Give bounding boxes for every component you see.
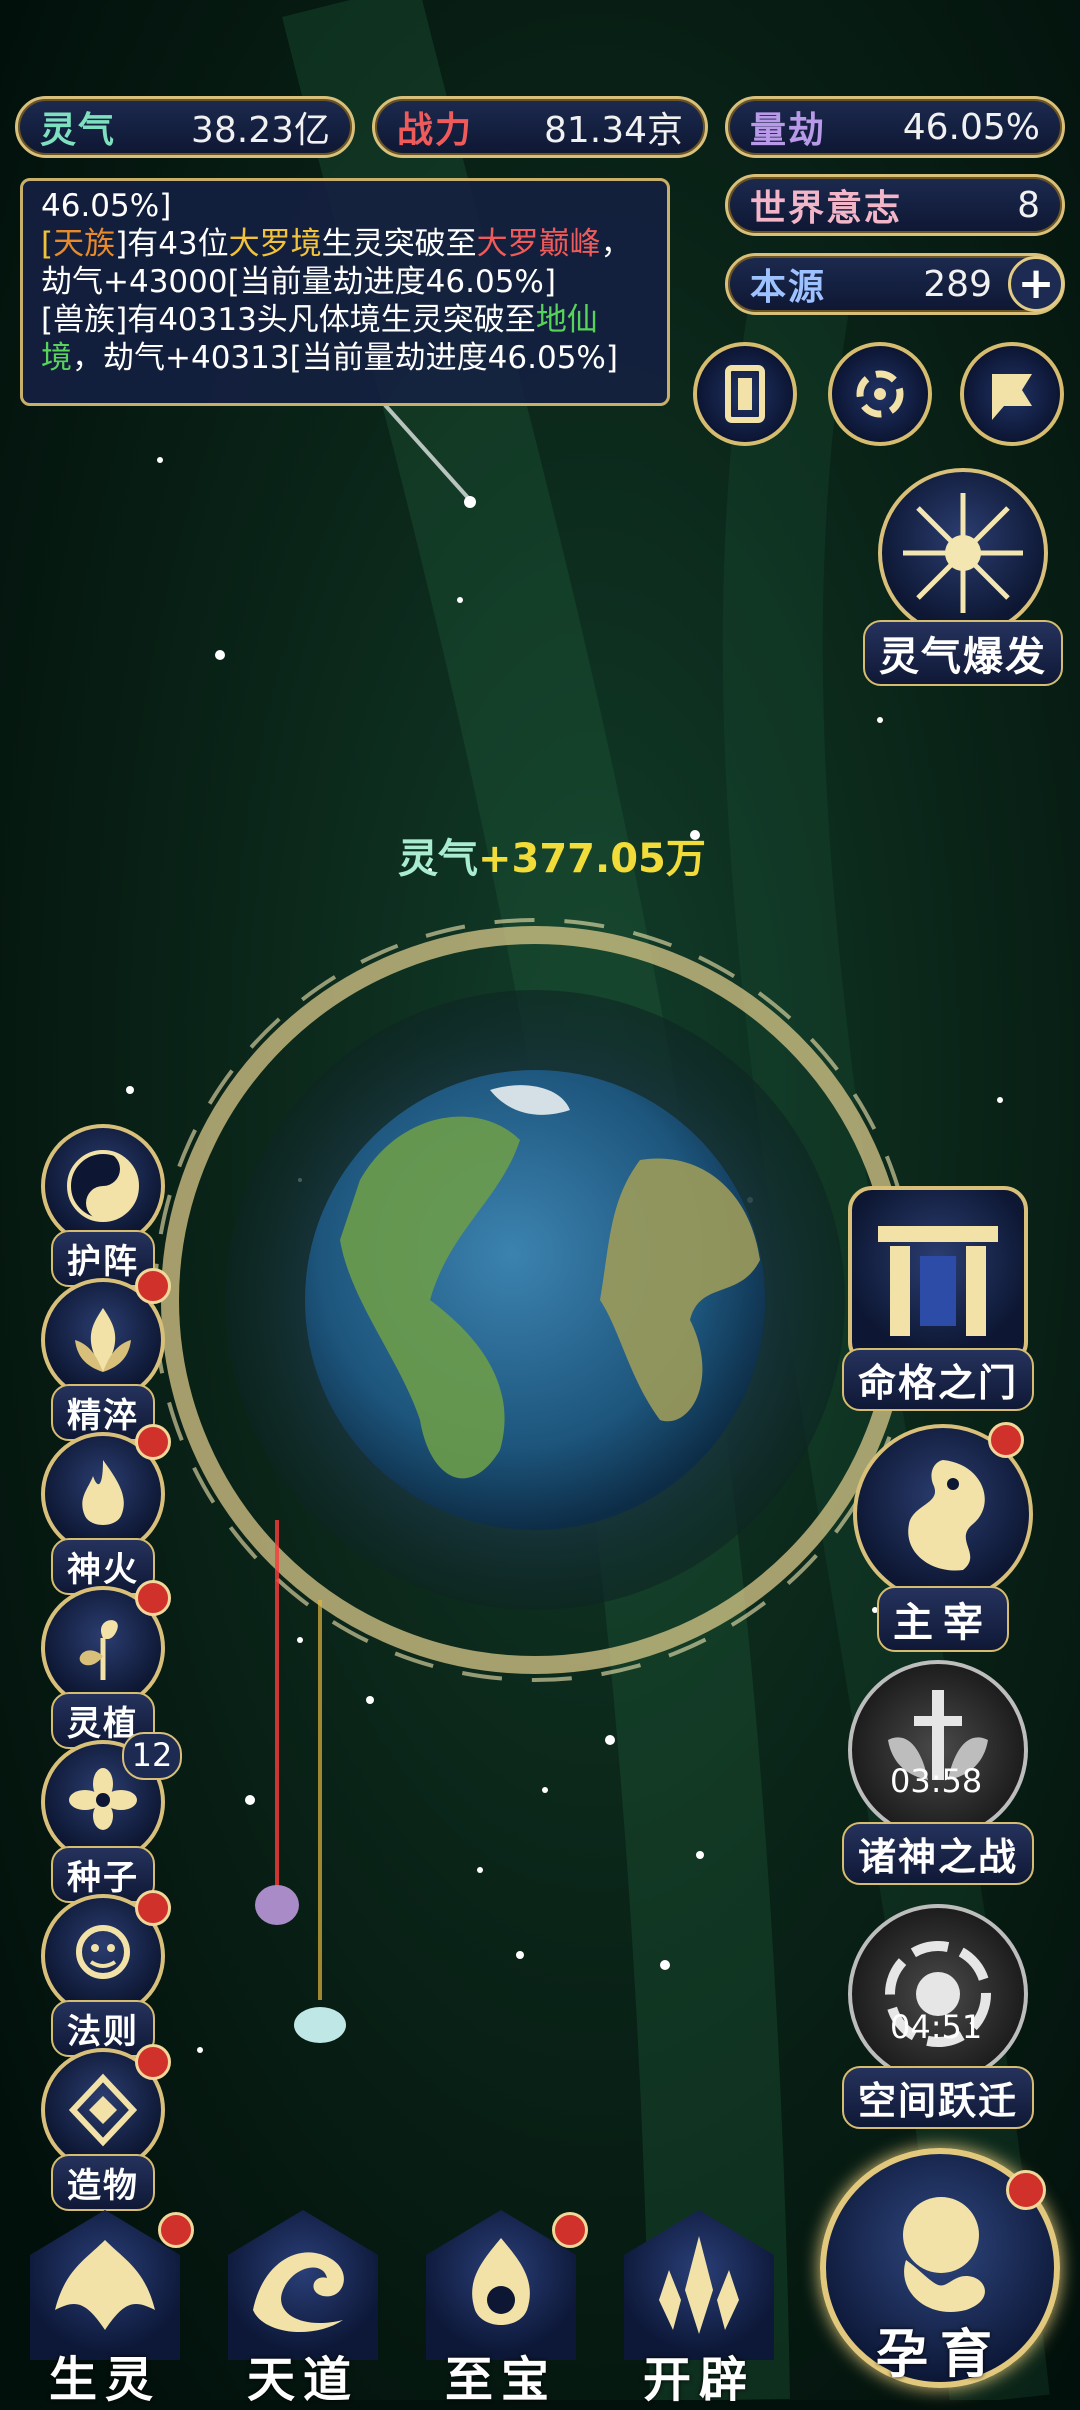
master-label: 主宰 [877,1586,1009,1652]
card-button[interactable] [693,342,797,446]
guard-array-button[interactable]: 护阵 [38,1124,168,1287]
nav-genesis[interactable]: 开辟 [614,2200,784,2408]
flag-icon [992,374,1032,420]
wave-icon [253,2252,344,2333]
starburst-icon [903,493,1023,613]
rune-icon [76,1925,130,1979]
notification-badge [135,1890,171,1926]
gods-war-timer: 03:58 [890,1762,983,1800]
fire-icon [82,1460,124,1525]
world-will-label: 世界意志 [750,188,903,229]
purple-spirit-orb [255,1885,299,1925]
notification-badge [158,2212,194,2248]
nav-heavenly-dao[interactable]: 天道 [218,2200,388,2408]
burst-emblem [878,468,1048,638]
plus-icon: + [1017,258,1055,309]
gain-label: 灵气 [398,836,478,882]
log-entry: [天族]有43位大罗境生灵突破至大罗巅峰，劫气+43000[当前量劫进度46.0… [41,226,632,300]
notification-badge [552,2212,588,2248]
space-jump-label: 空间跃迁 [841,2066,1034,2129]
lingqi-label: 灵气 [40,110,117,151]
zhanli-label: 战力 [397,110,474,151]
notification-badge [135,1424,171,1460]
space-jump-timer: 04:51 [890,2008,983,2046]
seed-count-badge: 12 [122,1732,182,1780]
notification-badge [135,1580,171,1616]
master-button[interactable]: 主宰 [848,1424,1038,1652]
liangjie-stat[interactable]: 量劫 46.05% [725,96,1065,158]
log-line: 46.05%] [41,188,172,224]
emblem [848,1660,1028,1840]
phoenix-icon [55,2240,155,2330]
burst-label: 灵气爆发 [863,620,1063,686]
leaf-plant-icon [79,1620,118,1680]
nurture-label: 孕育 [875,2325,1004,2385]
benyuan-label: 本源 [750,267,827,308]
world-will-value: 8 [1017,184,1040,226]
crystal-spire-icon [659,2236,739,2334]
diamond-icon [68,2073,138,2147]
world-will-stat[interactable]: 世界意志 8 [725,174,1065,236]
zhanli-value: 81.34京 [543,110,683,151]
notification-badge [135,2044,171,2080]
vortex-icon [856,370,904,418]
vortex-button[interactable] [828,342,932,446]
add-benyuan-button[interactable]: + [1008,256,1064,312]
notification-badge [988,1422,1024,1458]
lingqi-gain-text: 灵气+377.05万 [398,826,706,884]
zhanli-stat[interactable]: 战力 81.34京 [372,96,708,158]
lingqi-burst-button[interactable]: 灵气爆发 [858,468,1068,686]
notification-badge [135,1268,171,1304]
embryo-icon [903,2197,985,2312]
emblem [848,1186,1028,1366]
log-entry: [兽族]有40313头凡体境生灵突破至地仙境，劫气+40313[当前量劫进度46… [41,302,618,376]
gain-value: +377.05万 [478,836,706,882]
fate-gate-label: 命格之门 [841,1348,1034,1411]
event-log-panel[interactable]: 46.05%] [天族]有43位大罗境生灵突破至大罗巅峰，劫气+43000[当前… [20,178,670,406]
yin-yang-icon [67,1150,139,1222]
flame-lotus-icon [75,1308,131,1372]
flag-button[interactable] [960,342,1064,446]
treasure-flame-icon [472,2238,530,2325]
dragon-icon [908,1460,985,1571]
liangjie-label: 量劫 [750,110,827,151]
emblem [848,1904,1028,2084]
lingqi-value: 38.23亿 [190,110,330,151]
benyuan-value: 289 [923,263,992,305]
gate-icon [878,1226,998,1336]
gods-war-label: 诸神之战 [841,1822,1034,1885]
fate-gate-button[interactable]: 命格之门 [838,1186,1038,1411]
card-icon [725,365,765,423]
lingqi-stat[interactable]: 灵气 38.23亿 [15,96,355,158]
liangjie-value: 46.05% [902,106,1040,148]
notification-badge [1006,2170,1046,2210]
